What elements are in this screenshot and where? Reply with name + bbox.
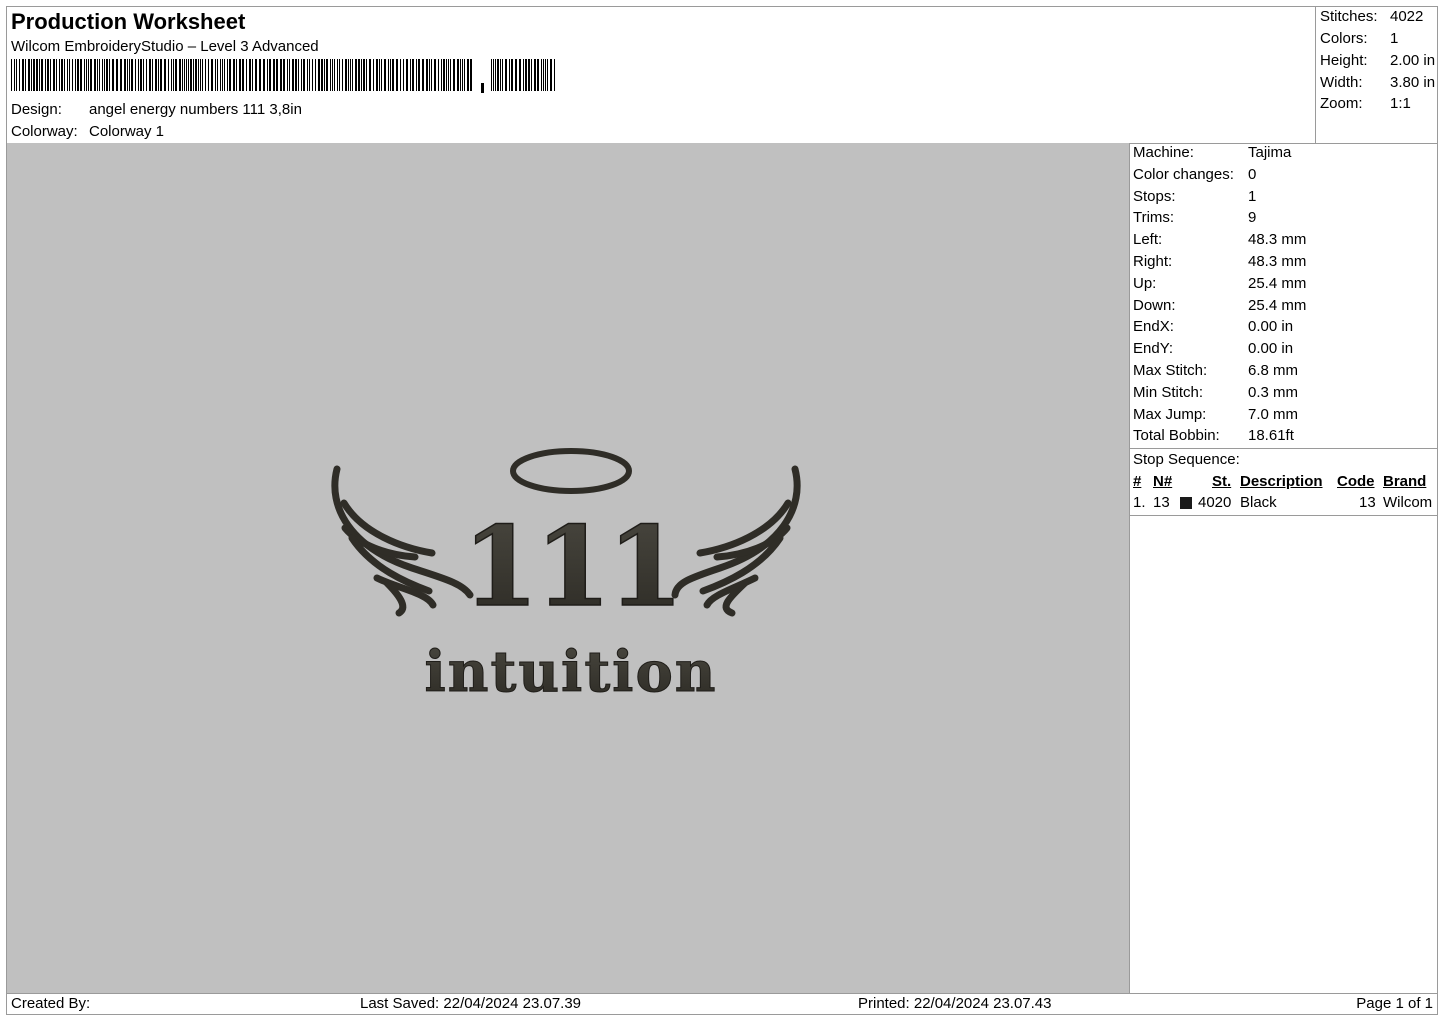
machine-info-value: 0.00 in <box>1248 340 1294 358</box>
right-wing-shape <box>671 465 801 617</box>
software-name: Wilcom EmbroideryStudio – Level 3 Advanc… <box>11 38 319 55</box>
machine-info-value: 48.3 mm <box>1248 253 1307 270</box>
stop-sequence-divider <box>1129 448 1437 450</box>
machine-info-label: EndY: <box>1133 340 1174 358</box>
machine-info-label: Max Stitch: <box>1133 362 1208 379</box>
machine-info-label: Up: <box>1133 274 1157 292</box>
stop-sequence-header-st: St. <box>1212 473 1232 491</box>
stop-sequence-header-n: N# <box>1153 473 1173 491</box>
colorway-name: Colorway 1 <box>89 123 165 140</box>
colors-value: 1 <box>1390 30 1399 47</box>
machine-info-value: 18.61ft <box>1248 427 1294 445</box>
stop-sequence-cell-brand: Wilcom <box>1383 494 1433 512</box>
design-numbers-text: 111 <box>462 502 680 631</box>
machine-info-label: Max Jump: <box>1133 405 1207 423</box>
stop-sequence-cell-num: 1. <box>1133 494 1146 512</box>
printed-date: Printed: 22/04/2024 23.07.43 <box>858 995 1052 1012</box>
machine-info-panel: Machine: Tajima Color changes: 0 Stops: 1 Trim… <box>1129 143 1437 993</box>
colorway-label: Colorway: <box>11 123 78 140</box>
width-label: Width: <box>1320 74 1363 91</box>
machine-info-label: Machine: <box>1133 144 1194 161</box>
design-name: angel energy numbers 111 3,8in <box>89 101 302 118</box>
machine-info-label: Color changes: <box>1133 165 1234 183</box>
machine-info-label: Min Stitch: <box>1133 383 1204 401</box>
zoom-value: 1:1 <box>1390 95 1411 112</box>
machine-info-value: 1 <box>1248 187 1257 205</box>
stop-sequence-header-description: Description <box>1240 473 1323 491</box>
colors-label: Colors: <box>1320 30 1368 47</box>
stop-sequence-row-divider <box>1129 515 1437 517</box>
machine-info-value: 0.3 mm <box>1248 383 1299 401</box>
stop-sequence-header-code: Code <box>1337 473 1375 491</box>
stop-sequence-header-brand: Brand <box>1383 473 1427 491</box>
machine-info-label: EndX: <box>1133 318 1174 336</box>
stop-sequence-cell-code: 13 <box>1359 494 1376 512</box>
stop-sequence-cell-description: Black <box>1240 494 1277 512</box>
worksheet-header: Production Worksheet Wilcom EmbroiderySt… <box>7 7 1315 143</box>
stop-sequence-cell-st: 4020 <box>1198 494 1232 512</box>
barcode-image <box>11 59 555 93</box>
design-preview: 111 intuition <box>7 143 1130 993</box>
machine-info-value: 6.8 mm <box>1248 362 1299 379</box>
machine-info-label: Total Bobbin: <box>1133 427 1220 445</box>
height-value: 2.00 in <box>1390 52 1436 69</box>
production-worksheet: Production Worksheet Wilcom EmbroiderySt… <box>6 6 1438 1015</box>
height-label: Height: <box>1320 52 1368 69</box>
created-by: Created By: <box>11 995 91 1012</box>
machine-info-label: Trims: <box>1133 209 1175 227</box>
machine-info-value: 7.0 mm <box>1248 405 1299 423</box>
worksheet-footer: Created By: Last Saved: 22/04/2024 23.07… <box>7 993 1437 1014</box>
machine-info-label: Left: <box>1133 231 1163 249</box>
machine-info-value: 48.3 mm <box>1248 231 1307 249</box>
machine-info-value: 0.00 in <box>1248 318 1294 336</box>
halo-shape <box>510 448 632 494</box>
machine-info-label: Down: <box>1133 296 1176 314</box>
page-title: Production Worksheet <box>11 9 246 34</box>
machine-info-value: 25.4 mm <box>1248 274 1307 292</box>
left-wing-shape <box>331 465 474 617</box>
thread-color-swatch <box>1180 497 1192 510</box>
design-label: Design: <box>11 101 62 118</box>
stop-sequence-header-num: # <box>1133 473 1142 491</box>
machine-info-label: Stops: <box>1133 187 1176 205</box>
width-value: 3.80 in <box>1390 74 1436 91</box>
zoom-label: Zoom: <box>1320 95 1363 112</box>
stop-sequence-cell-n: 13 <box>1153 494 1170 512</box>
page-number: Page 1 of 1 <box>1356 995 1433 1012</box>
stitches-value: 4022 <box>1390 8 1424 25</box>
stitches-label: Stitches: <box>1320 8 1378 25</box>
summary-box: Stitches: 4022 Colors: 1 Height: 2.00 in… <box>1315 7 1438 143</box>
stop-sequence-title: Stop Sequence: <box>1133 451 1240 469</box>
embroidery-design: 111 intuition <box>331 448 801 706</box>
machine-info-label: Right: <box>1133 253 1173 270</box>
last-saved: Last Saved: 22/04/2024 23.07.39 <box>360 995 582 1012</box>
machine-info-value: 25.4 mm <box>1248 296 1307 314</box>
design-word-text: intuition <box>424 639 717 705</box>
machine-info-value: 9 <box>1248 209 1257 227</box>
machine-info-value: Tajima <box>1248 144 1292 161</box>
machine-info-value: 0 <box>1248 165 1257 183</box>
